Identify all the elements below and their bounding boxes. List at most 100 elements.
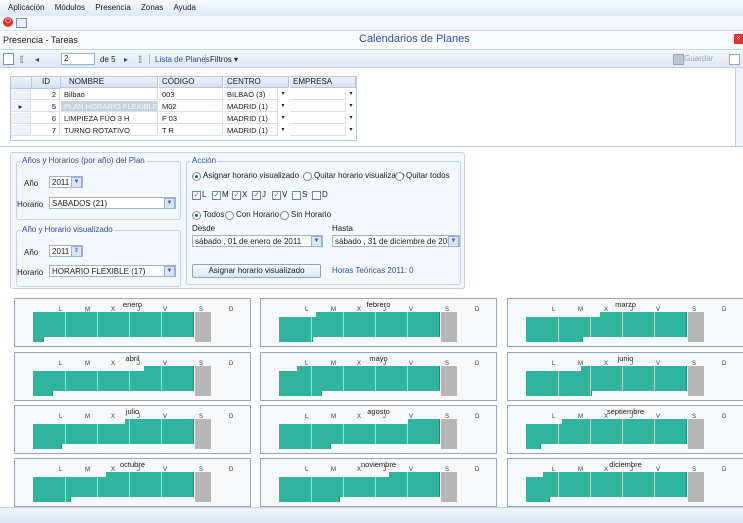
cell-id[interactable]: 7 bbox=[32, 125, 60, 136]
close-panel-icon[interactable] bbox=[729, 54, 740, 65]
list-of-plans-button[interactable]: Lista de Planes bbox=[155, 55, 210, 64]
assign-schedule-button[interactable]: Asignar horario visualizado bbox=[192, 264, 321, 278]
month-agosto[interactable]: agosto L M X J V S D bbox=[260, 405, 497, 454]
month-day-grid[interactable] bbox=[33, 366, 243, 396]
cell-nombre[interactable]: TURNO ROTATIVO bbox=[61, 125, 158, 136]
week-row[interactable] bbox=[33, 386, 194, 391]
column-header-nombre[interactable]: NOMBRE bbox=[61, 77, 158, 88]
menu-ayuda[interactable]: Ayuda bbox=[173, 3, 196, 12]
next-record-icon[interactable]: ▸ bbox=[124, 55, 128, 64]
cell-nombre[interactable]: PLAN HORARIO FLEXIBLE bbox=[61, 101, 158, 112]
window-icon[interactable] bbox=[16, 18, 27, 28]
empresa-dropdown-icon[interactable]: ▾ bbox=[347, 89, 355, 100]
cell-empresa[interactable] bbox=[290, 89, 346, 100]
cell-nombre[interactable]: LIMPIEZA FUO 3 H bbox=[61, 113, 158, 124]
weekend-column[interactable] bbox=[688, 472, 704, 502]
column-header-id[interactable]: ID bbox=[32, 77, 61, 89]
cell-centro[interactable]: MADRID (1) bbox=[224, 125, 278, 136]
hasta-date-picker[interactable]: sábado , 31 de diciembre de 2011 bbox=[332, 235, 460, 247]
table-row[interactable]: ▸ 5 PLAN HORARIO FLEXIBLE M02 MADRID (1) ▾ ▾ bbox=[11, 101, 356, 112]
weekend-column[interactable] bbox=[441, 366, 457, 396]
month-julio[interactable]: julio L M X J V S D bbox=[14, 405, 251, 454]
calendar-dropdown-icon[interactable]: ▼ bbox=[311, 236, 322, 247]
day-checkbox-3[interactable]: ✓ bbox=[252, 191, 261, 200]
radio-assign[interactable] bbox=[192, 172, 201, 181]
cell-id[interactable]: 6 bbox=[32, 113, 60, 124]
menu-modulos[interactable]: Módulos bbox=[55, 3, 85, 12]
weekend-column[interactable] bbox=[195, 312, 211, 342]
empresa-dropdown-icon[interactable]: ▾ bbox=[347, 113, 355, 124]
month-day-grid[interactable] bbox=[33, 472, 243, 502]
horario-select[interactable]: SABADOS (21) bbox=[49, 197, 176, 209]
week-row[interactable] bbox=[33, 332, 194, 337]
column-header-codigo[interactable]: CÓDIGO bbox=[159, 77, 223, 88]
week-row[interactable] bbox=[279, 337, 313, 342]
close-icon[interactable]: × bbox=[734, 34, 743, 44]
table-row[interactable]: 2 Bilbao 003 BILBAO (3) ▾ ▾ bbox=[11, 89, 356, 100]
chevron-down-icon[interactable]: ▼ bbox=[164, 198, 175, 209]
weekend-column[interactable] bbox=[441, 312, 457, 342]
week-row[interactable] bbox=[279, 444, 331, 449]
month-enero[interactable]: enero L M X J V S D bbox=[14, 298, 251, 347]
menu-zonas[interactable]: Zonas bbox=[141, 3, 163, 12]
cell-codigo[interactable]: F 03 bbox=[159, 113, 223, 124]
radio-con-horario[interactable] bbox=[225, 211, 234, 220]
centro-dropdown-icon[interactable]: ▾ bbox=[279, 101, 287, 112]
filters-dropdown[interactable]: Filtros ▾ bbox=[210, 55, 238, 64]
day-checkbox-1[interactable]: ✓ bbox=[212, 191, 221, 200]
grid-scrollbar[interactable] bbox=[735, 68, 743, 146]
week-row[interactable] bbox=[526, 444, 541, 449]
week-row[interactable] bbox=[526, 492, 687, 497]
month-marzo[interactable]: marzo L M X J V S D bbox=[507, 298, 743, 347]
last-record-icon[interactable]: ⟧ bbox=[138, 55, 142, 64]
month-septiembre[interactable]: septiembre L M X J V S D bbox=[507, 405, 743, 454]
cell-centro[interactable]: BILBAO (3) bbox=[224, 89, 278, 100]
day-checkbox-2[interactable]: ✓ bbox=[232, 191, 241, 200]
radio-sin-horario[interactable] bbox=[280, 211, 289, 220]
week-row[interactable] bbox=[279, 391, 322, 396]
cell-centro[interactable]: MADRID (1) bbox=[224, 113, 278, 124]
month-day-grid[interactable] bbox=[526, 366, 736, 396]
centro-dropdown-icon[interactable]: ▾ bbox=[279, 113, 287, 124]
week-row[interactable] bbox=[279, 497, 340, 502]
cell-codigo[interactable]: 003 bbox=[159, 89, 223, 100]
empresa-dropdown-icon[interactable]: ▾ bbox=[347, 101, 355, 112]
week-row[interactable] bbox=[33, 444, 62, 449]
month-octubre[interactable]: octubre L M X J V S D bbox=[14, 458, 251, 507]
day-checkbox-4[interactable]: ✓ bbox=[272, 191, 281, 200]
refresh-icon[interactable] bbox=[3, 53, 14, 65]
month-day-grid[interactable] bbox=[526, 312, 736, 342]
month-day-grid[interactable] bbox=[33, 312, 243, 342]
month-noviembre[interactable]: noviembre L M X J V S D bbox=[260, 458, 497, 507]
first-record-icon[interactable]: ⟦ bbox=[20, 55, 24, 64]
cell-centro[interactable]: MADRID (1) bbox=[224, 101, 278, 112]
calendar-dropdown-icon[interactable]: ▼ bbox=[448, 236, 459, 247]
weekend-column[interactable] bbox=[441, 419, 457, 449]
weekend-column[interactable] bbox=[195, 366, 211, 396]
month-abril[interactable]: abril L M X J V S D bbox=[14, 352, 251, 401]
cell-codigo[interactable]: M02 bbox=[159, 101, 223, 112]
day-checkbox-5[interactable] bbox=[292, 191, 301, 200]
weekend-column[interactable] bbox=[688, 312, 704, 342]
week-row[interactable] bbox=[33, 391, 53, 396]
month-diciembre[interactable]: diciembre L M X J V S D bbox=[507, 458, 743, 507]
centro-dropdown-icon[interactable]: ▾ bbox=[279, 89, 287, 100]
week-row[interactable] bbox=[526, 497, 550, 502]
week-row[interactable] bbox=[526, 439, 687, 444]
cell-nombre[interactable]: Bilbao bbox=[61, 89, 158, 100]
empresa-dropdown-icon[interactable]: ▾ bbox=[347, 125, 355, 136]
centro-dropdown-icon[interactable]: ▾ bbox=[279, 125, 287, 136]
weekend-column[interactable] bbox=[688, 419, 704, 449]
week-row[interactable] bbox=[33, 337, 44, 342]
radio-remove[interactable] bbox=[303, 172, 312, 181]
cell-empresa[interactable] bbox=[290, 113, 346, 124]
column-header-empresa[interactable]: EMPRESA bbox=[290, 77, 356, 88]
month-junio[interactable]: junio L M X J V S D bbox=[507, 352, 743, 401]
month-day-grid[interactable] bbox=[279, 472, 489, 502]
weekend-column[interactable] bbox=[441, 472, 457, 502]
table-row[interactable]: 7 TURNO ROTATIVO T R MADRID (1) ▾ ▾ bbox=[11, 125, 356, 136]
cell-empresa[interactable] bbox=[290, 101, 346, 112]
cell-id[interactable]: 2 bbox=[32, 89, 60, 100]
month-day-grid[interactable] bbox=[33, 419, 243, 449]
weekend-column[interactable] bbox=[688, 366, 704, 396]
